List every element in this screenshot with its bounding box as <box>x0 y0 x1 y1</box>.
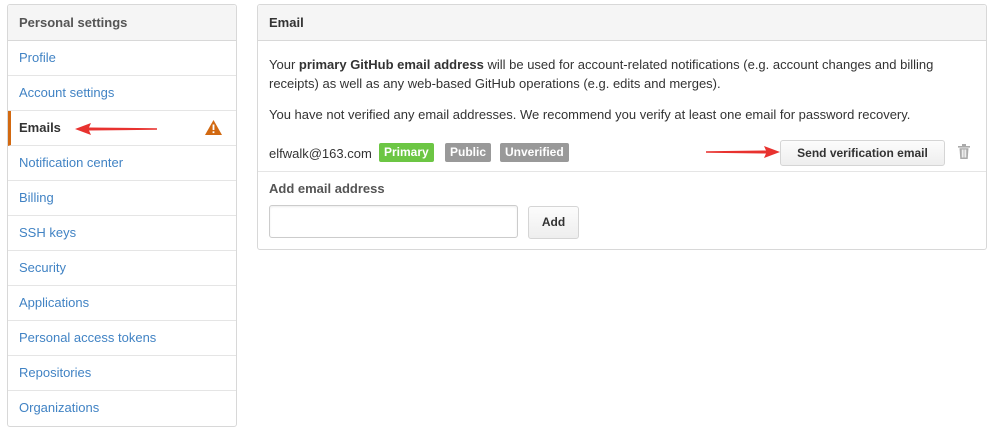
email-intro-text: Your primary GitHub email address will b… <box>269 55 966 93</box>
annotation-arrow-icon <box>706 146 780 158</box>
sidebar-item-profile[interactable]: Profile <box>8 41 236 76</box>
sidebar-item-personal-access-tokens[interactable]: Personal access tokens <box>8 321 236 356</box>
sidebar-item-ssh-keys[interactable]: SSH keys <box>8 216 236 251</box>
sidebar-item-emails[interactable]: Emails <box>8 111 236 146</box>
sidebar-item-billing[interactable]: Billing <box>8 181 236 216</box>
divider <box>258 171 986 172</box>
add-email-label: Add email address <box>269 181 385 196</box>
email-panel: Email Your primary GitHub email address … <box>257 4 987 250</box>
public-badge: Public <box>445 143 492 162</box>
sidebar-item-organizations[interactable]: Organizations <box>8 391 236 426</box>
trash-icon[interactable] <box>957 144 971 159</box>
panel-title: Email <box>258 5 986 41</box>
add-email-button[interactable]: Add <box>528 206 579 239</box>
primary-badge: Primary <box>379 143 434 162</box>
sidebar-item-account-settings[interactable]: Account settings <box>8 76 236 111</box>
email-row: elfwalk@163.com Primary Public Unverifie… <box>269 140 976 169</box>
intro-prefix: Your <box>269 57 299 72</box>
add-email-input[interactable] <box>269 205 518 238</box>
sidebar-item-applications[interactable]: Applications <box>8 286 236 321</box>
verify-notice: You have not verified any email addresse… <box>269 107 911 122</box>
sidebar-item-label: Emails <box>19 120 61 135</box>
sidebar-header: Personal settings <box>8 5 236 41</box>
settings-sidebar: Personal settings Profile Account settin… <box>7 4 237 427</box>
email-address: elfwalk@163.com <box>269 146 372 161</box>
send-verification-email-button[interactable]: Send verification email <box>780 140 945 166</box>
sidebar-item-repositories[interactable]: Repositories <box>8 356 236 391</box>
intro-bold: primary GitHub email address <box>298 57 484 72</box>
warning-icon <box>205 120 222 135</box>
sidebar-item-security[interactable]: Security <box>8 251 236 286</box>
sidebar-item-notification-center[interactable]: Notification center <box>8 146 236 181</box>
annotation-arrow-icon <box>75 123 157 135</box>
unverified-badge: Unverified <box>500 143 569 162</box>
